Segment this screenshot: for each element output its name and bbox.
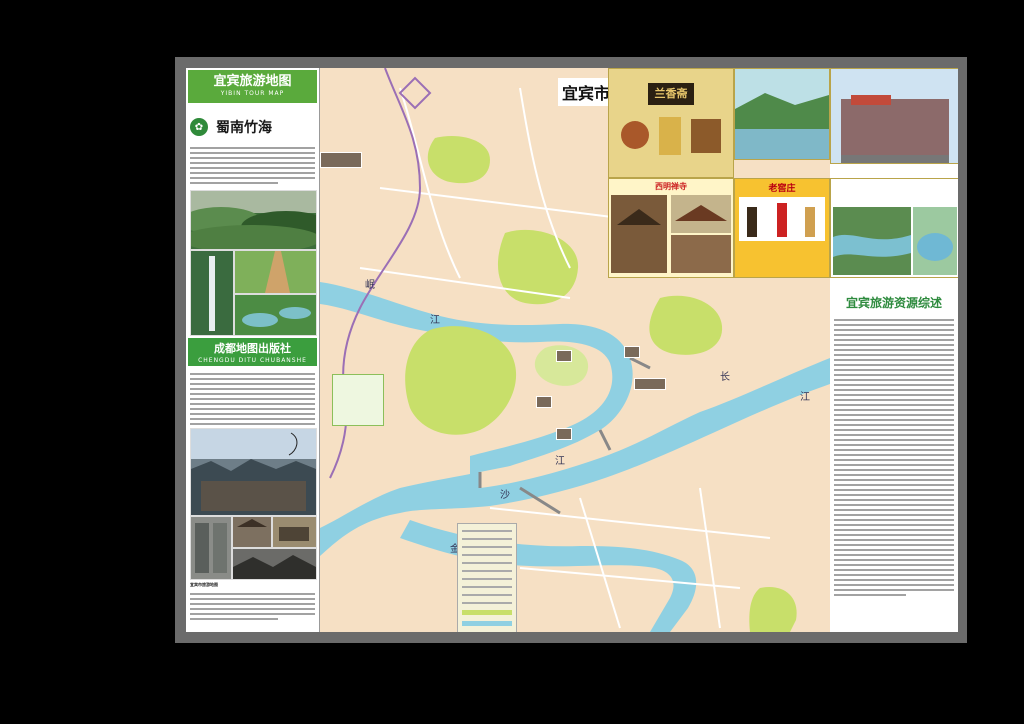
- bamboo-forest-photo: [190, 190, 317, 250]
- old-street-photo: [190, 516, 232, 580]
- overview-body: [830, 312, 958, 603]
- bamboo-sea-logo: ✿ 蜀南竹海: [190, 116, 315, 138]
- river-label-jiang-2: 江: [800, 391, 810, 403]
- lanxiang-products: [621, 117, 721, 155]
- tourism-overview: 宜宾旅游资源综述: [830, 294, 958, 632]
- footer-label: 宜宾市旅游地图: [190, 582, 218, 587]
- publisher-title: 成都地图出版社: [214, 342, 291, 355]
- publisher-text: [190, 370, 315, 433]
- temple-gate-photo: [232, 516, 272, 548]
- ad-resort-aerial[interactable]: [830, 178, 958, 278]
- park-info-box[interactable]: [332, 374, 384, 426]
- banner-title: 宜宾旅游地图: [213, 74, 292, 89]
- laojiao-title: 老窖庄: [768, 184, 796, 194]
- river-label-jiang-3: 江: [555, 455, 565, 467]
- overview-title: 宜宾旅游资源综述: [830, 294, 958, 312]
- banner-subtitle: YIBIN TOUR MAP: [220, 90, 285, 97]
- river-label-chang: 长: [720, 371, 730, 383]
- lanxiang-sign: 兰香斋: [648, 83, 694, 105]
- ad-hotel-building[interactable]: [830, 68, 958, 164]
- resort-aerial-photo: [833, 207, 911, 275]
- map-legend: [457, 523, 517, 632]
- liquor-bottles: [739, 197, 825, 241]
- courtyard-photo: [272, 516, 317, 548]
- terraced-lake-photo: [234, 294, 317, 336]
- footer-info: [190, 590, 315, 623]
- intro-text: [190, 144, 315, 187]
- landmark-photo-4[interactable]: [634, 378, 666, 390]
- ximing-title: 西明禅寺: [655, 182, 687, 191]
- bamboo-leaf-icon: ✿: [190, 118, 208, 136]
- rooftops-photo: [232, 548, 317, 580]
- ad-scenery-lake[interactable]: [734, 68, 830, 160]
- landmark-photo-1[interactable]: [320, 152, 362, 168]
- river-label-jiang-1: 江: [430, 314, 440, 326]
- ad-laojiaozhuang[interactable]: 老窖庄: [734, 178, 830, 278]
- map-sheet: 宜宾旅游地图 YIBIN TOUR MAP ✿ 蜀南竹海 成都地图出版社 CHE…: [186, 68, 958, 632]
- river-label-sha: 沙: [500, 489, 510, 501]
- ancient-town-photo: [190, 428, 317, 516]
- ad-lanxiangzhai[interactable]: 兰香斋: [608, 68, 734, 178]
- logo-title: 蜀南竹海: [216, 120, 272, 136]
- waterfall-photo: [190, 250, 234, 336]
- temple-photos: [611, 195, 731, 273]
- publisher-subtitle: CHENGDU DITU CHUBANSHE: [198, 357, 307, 364]
- title-banner: 宜宾旅游地图 YIBIN TOUR MAP: [188, 70, 317, 103]
- publisher-banner: 成都地图出版社 CHENGDU DITU CHUBANSHE: [188, 338, 317, 366]
- landmark-photo-6[interactable]: [556, 428, 572, 440]
- landmark-photo-2[interactable]: [624, 346, 640, 358]
- river-label-min: 岷: [365, 279, 375, 291]
- landmark-photo-5[interactable]: [536, 396, 552, 408]
- ad-ximing-temple[interactable]: 西明禅寺: [608, 178, 734, 278]
- landmark-photo-3[interactable]: [556, 350, 572, 362]
- bamboo-path-photo: [234, 250, 317, 294]
- left-column: 宜宾旅游地图 YIBIN TOUR MAP ✿ 蜀南竹海 成都地图出版社 CHE…: [186, 68, 320, 632]
- resort-pool-photo: [913, 207, 957, 275]
